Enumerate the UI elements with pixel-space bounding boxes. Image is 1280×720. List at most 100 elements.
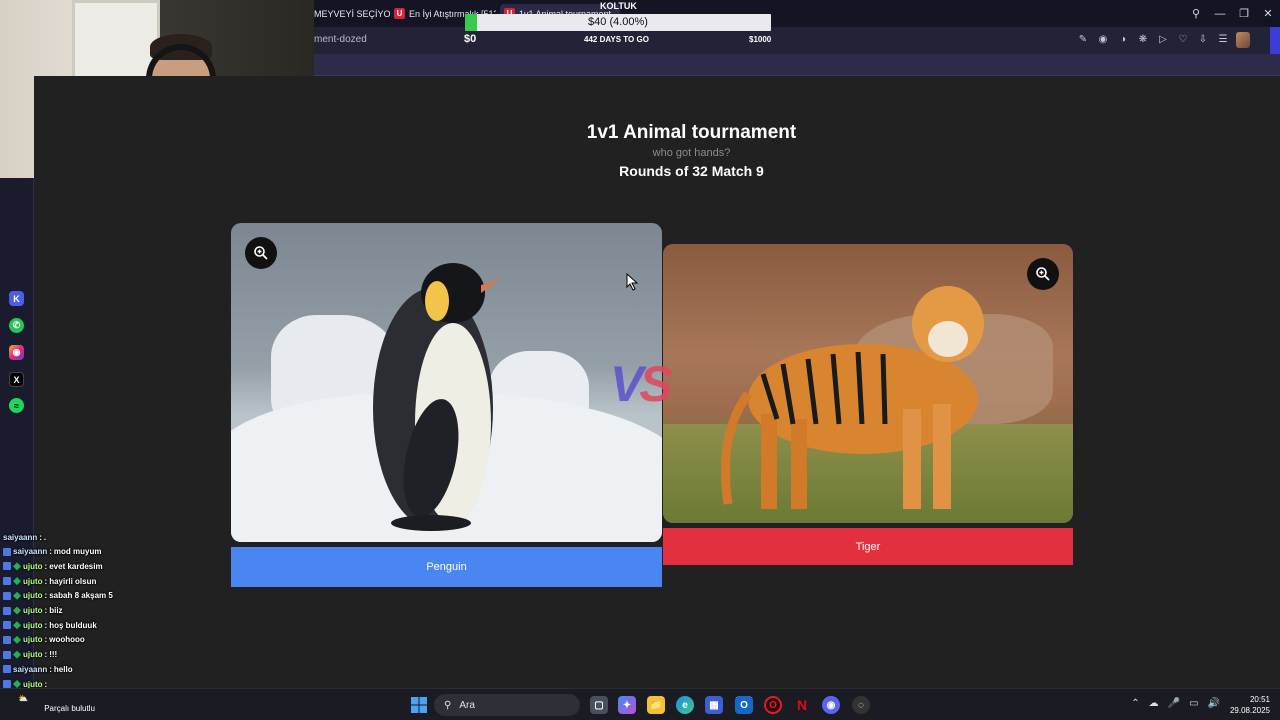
system-tray: ⌃ ☁ 🎤 ▭ 🔊 — [1131, 698, 1220, 709]
window-controls: ⚲ — ❐ ✕ — [1184, 0, 1280, 27]
cursor-icon — [626, 273, 638, 291]
outlook-icon[interactable]: O — [735, 696, 753, 714]
chat-username[interactable]: ujuto — [23, 562, 43, 571]
chat-username[interactable]: ujuto — [23, 635, 43, 644]
tiger-figure — [721, 286, 984, 509]
clock-date: 29.08.2025 — [1229, 706, 1270, 715]
broadcaster-badge-icon — [3, 621, 11, 630]
whatsapp-icon[interactable]: ✆ — [9, 318, 24, 333]
instagram-icon[interactable]: ◉ — [9, 345, 24, 360]
chat-username[interactable]: saiyaann — [13, 665, 47, 674]
heart-icon[interactable]: ♡ — [1176, 32, 1190, 48]
vote-tiger-button[interactable]: Tiger — [663, 528, 1073, 565]
chat-separator: : — [39, 532, 42, 542]
menu-icon[interactable]: ☰ — [1216, 32, 1230, 48]
sub-badge-icon — [13, 680, 21, 688]
chat-username[interactable]: ujuto — [23, 606, 43, 615]
windows-start-icon[interactable] — [410, 696, 428, 714]
camera-icon[interactable]: ◉ — [1096, 32, 1110, 48]
weather-widget[interactable]: ⛅ Parçalı bulutlu — [18, 694, 95, 713]
mod-badge-icon — [3, 547, 11, 556]
vs-letter: S — [639, 356, 672, 412]
taskbar-clock[interactable]: 20:51 29.08.2025 — [1230, 694, 1270, 716]
x-icon[interactable]: X — [9, 372, 24, 387]
chat-message: saiyaann: mod muyum — [3, 545, 101, 559]
chat-username[interactable]: saiyaann — [13, 547, 47, 556]
k-icon[interactable]: K — [9, 291, 24, 306]
file-explorer-icon[interactable]: 📁 — [647, 696, 665, 714]
zoom-penguin-button[interactable] — [245, 237, 277, 269]
edit-icon[interactable]: ✎ — [1076, 32, 1090, 48]
donation-progress-bar: $40 (4.00%) — [465, 14, 771, 31]
search-icon: ⚲ — [444, 699, 452, 711]
taskbar-search[interactable]: ⚲ Ara — [434, 694, 580, 716]
sub-badge-icon — [13, 635, 21, 644]
url-text[interactable]: ment-dozed — [314, 34, 367, 45]
chat-username[interactable]: ujuto — [23, 577, 43, 586]
minimize-icon[interactable]: — — [1208, 8, 1232, 20]
task-view-icon[interactable]: ▢ — [590, 696, 608, 714]
versus-label: VS — [610, 355, 673, 413]
chat-separator: : — [44, 561, 48, 571]
donation-amount: $40 (4.00%) — [588, 16, 648, 28]
chat-text: biiz — [49, 606, 63, 615]
obs-icon[interactable]: ◌ — [852, 696, 870, 714]
chat-username[interactable]: saiyaann — [3, 533, 37, 542]
zoom-tiger-button[interactable] — [1027, 258, 1059, 290]
profile-avatar[interactable] — [1236, 32, 1250, 48]
chat-text: !!! — [49, 650, 58, 660]
shield-icon[interactable]: ◑ — [1116, 32, 1130, 48]
sub-badge-icon — [13, 621, 21, 630]
penguin-image[interactable] — [231, 223, 662, 542]
broadcaster-badge-icon — [3, 562, 11, 571]
spotify-icon[interactable]: ≈ — [9, 398, 24, 413]
tab-label: MEYVEYİ SEÇİYORU — [314, 8, 390, 19]
weather-icon: ⛅ — [18, 694, 28, 703]
microphone-icon[interactable]: 🎤 — [1168, 698, 1180, 709]
chat-separator: : — [44, 650, 48, 660]
chat-text: hoş bulduuk — [49, 620, 97, 630]
screen: MEYVEYİ SEÇİYORU U En İyi Atıştırmalık [… — [0, 0, 1280, 720]
discord-icon[interactable]: ◉ — [822, 696, 840, 714]
opera-gx-icon[interactable]: O — [764, 696, 782, 714]
broadcaster-badge-icon — [3, 591, 11, 600]
display-icon[interactable]: ▭ — [1189, 698, 1198, 709]
sub-badge-icon — [13, 562, 21, 571]
netflix-icon[interactable]: N — [793, 696, 811, 714]
chat-username[interactable]: ujuto — [23, 621, 43, 630]
donation-max: $1000 — [749, 35, 772, 44]
donation-goal-overlay: KOLTUK $40 (4.00%) $0 442 DAYS TO GO $10… — [460, 0, 776, 50]
copilot-icon[interactable]: ✦ — [618, 696, 636, 714]
broadcaster-badge-icon — [3, 606, 11, 615]
chat-text: hello — [53, 664, 73, 674]
volume-icon[interactable]: 🔊 — [1208, 698, 1220, 709]
edge-icon[interactable]: e — [676, 696, 694, 714]
chat-separator: : — [44, 576, 48, 586]
chat-username[interactable]: ujuto — [23, 591, 43, 600]
sub-badge-icon — [13, 591, 21, 600]
broadcaster-badge-icon — [3, 577, 11, 586]
chat-separator: : — [49, 664, 52, 674]
close-icon[interactable]: ✕ — [1256, 7, 1280, 20]
chat-username[interactable]: ujuto — [23, 650, 43, 659]
weather-text: Parçalı bulutlu — [44, 704, 95, 713]
broadcaster-badge-icon — [3, 635, 11, 644]
search-icon[interactable]: ⚲ — [1184, 7, 1208, 20]
browser-toolbar: ✎ ◉ ◑ ❋ ▷ ♡ ⇩ ☰ — [1076, 32, 1250, 48]
vote-penguin-button[interactable]: Penguin — [231, 547, 662, 587]
network-icon[interactable]: ☁ — [1149, 698, 1159, 709]
restore-icon[interactable]: ❐ — [1232, 7, 1256, 20]
chevron-up-icon[interactable]: ⌃ — [1131, 698, 1139, 709]
play-icon[interactable]: ▷ — [1156, 32, 1170, 48]
page-subtitle: who got hands? — [652, 147, 731, 159]
sidebar-toggle[interactable] — [1270, 27, 1280, 54]
store-icon[interactable]: ▦ — [705, 696, 723, 714]
extension-icon[interactable]: ❋ — [1136, 32, 1150, 48]
donation-min: $0 — [464, 33, 477, 45]
download-icon[interactable]: ⇩ — [1196, 32, 1210, 48]
tab-meyveyi[interactable]: MEYVEYİ SEÇİYORU — [310, 4, 390, 23]
tiger-image[interactable] — [663, 244, 1073, 523]
zoom-in-icon — [254, 246, 268, 260]
donation-title: KOLTUK — [600, 1, 637, 11]
broadcaster-badge-icon — [3, 650, 11, 659]
